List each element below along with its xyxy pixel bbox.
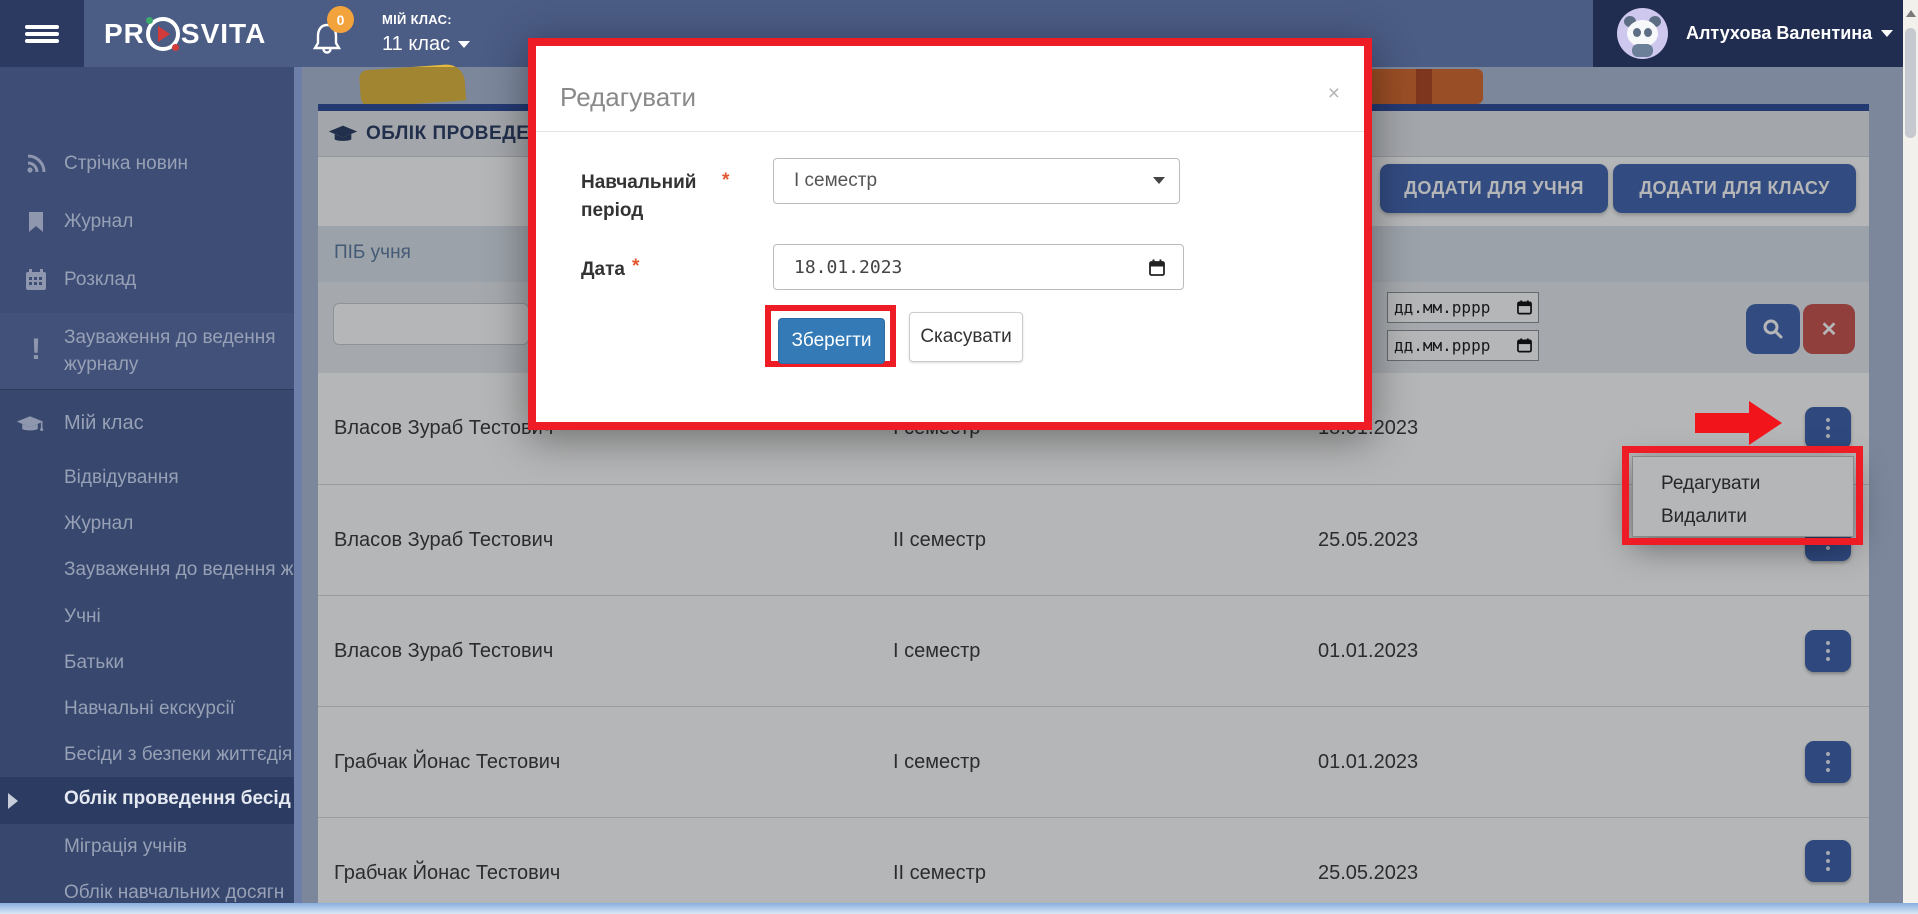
period-select[interactable]: І семестр bbox=[773, 158, 1180, 204]
chevron-down-icon bbox=[458, 41, 470, 48]
sidebar-item-safety-talks[interactable]: Бесіди з безпеки життєдія bbox=[0, 740, 294, 770]
sidebar-item-schedule[interactable]: Розклад bbox=[0, 265, 294, 295]
hamburger-menu-button[interactable] bbox=[0, 0, 84, 67]
rss-icon bbox=[22, 152, 50, 176]
sidebar-item-excursions[interactable]: Навчальні екскурсії bbox=[0, 694, 294, 724]
annotation-arrow bbox=[1695, 413, 1751, 433]
sidebar-item-news-feed[interactable]: Стрічка новин bbox=[0, 149, 294, 179]
chevron-down-icon bbox=[1881, 30, 1893, 37]
modal-header-divider bbox=[536, 131, 1364, 132]
vertical-scrollbar[interactable] bbox=[1903, 0, 1918, 903]
sidebar-item-journal-remarks[interactable]: ! Зауваження до ведення журналу bbox=[0, 317, 294, 385]
my-class-dropdown[interactable]: 11 клас bbox=[382, 33, 470, 56]
notification-badge[interactable]: 0 bbox=[327, 6, 354, 33]
sidebar-item-parents[interactable]: Батьки bbox=[0, 648, 294, 678]
close-icon[interactable]: × bbox=[1328, 82, 1340, 106]
edit-modal: Редагувати × Навчальний період * І семес… bbox=[528, 38, 1372, 430]
sidebar-item-class-journal[interactable]: Журнал bbox=[0, 509, 294, 539]
brand-logo[interactable]: PR SVITA bbox=[104, 0, 266, 67]
sidebar-item-attendance[interactable]: Відвідування bbox=[0, 463, 294, 493]
exclamation-icon: ! bbox=[22, 333, 50, 367]
sidebar-item-class-remarks[interactable]: Зауваження до ведення ж bbox=[0, 555, 294, 585]
sidebar-item-students[interactable]: Учні bbox=[0, 602, 294, 632]
sidebar-edge bbox=[294, 67, 302, 903]
brand-text-right: SVITA bbox=[181, 18, 266, 50]
hamburger-icon bbox=[25, 22, 59, 46]
my-class-label: МІЙ КЛАС: bbox=[382, 12, 452, 27]
modal-title: Редагувати bbox=[560, 82, 696, 113]
select-chevron-icon bbox=[1153, 177, 1165, 184]
date-input[interactable]: 18.01.2023 bbox=[773, 244, 1184, 290]
required-mark: * bbox=[722, 170, 729, 192]
scroll-up-arrow-icon[interactable] bbox=[1906, 10, 1916, 17]
annotation-menu-highlight bbox=[1622, 446, 1863, 545]
sidebar-item-achievements[interactable]: Облік навчальних досягн bbox=[0, 878, 294, 903]
graduation-cap-icon bbox=[16, 412, 44, 436]
required-mark: * bbox=[632, 256, 639, 278]
calendar-input-icon bbox=[1149, 259, 1165, 276]
sidebar-item-journal[interactable]: Журнал bbox=[0, 207, 294, 237]
brand-text-left: PR bbox=[104, 18, 145, 50]
sidebar-item-my-class[interactable]: Мій клас bbox=[0, 407, 294, 439]
calendar-icon bbox=[22, 268, 50, 292]
avatar[interactable] bbox=[1617, 8, 1668, 59]
save-button[interactable]: Зберегти bbox=[778, 318, 885, 364]
sidebar: Стрічка новин Журнал Розклад ! Зауваженн… bbox=[0, 67, 294, 903]
scrollbar-thumb[interactable] bbox=[1905, 28, 1916, 138]
save-button-highlight: Зберегти bbox=[765, 305, 896, 367]
app-root: PR SVITA 0 МІЙ КЛАС: 11 клас Алтухова Ва… bbox=[0, 0, 1918, 914]
bookmark-icon bbox=[22, 210, 50, 234]
brand-play-icon bbox=[146, 17, 180, 51]
cancel-button[interactable]: Скасувати bbox=[909, 312, 1023, 362]
sidebar-item-migration[interactable]: Міграція учнів bbox=[0, 832, 294, 862]
annotation-arrow-head bbox=[1749, 401, 1782, 445]
period-field-label: Навчальний період bbox=[581, 169, 739, 225]
user-name[interactable]: Алтухова Валентина bbox=[1686, 0, 1893, 67]
horizontal-scrollbar[interactable] bbox=[0, 903, 1918, 914]
caret-right-icon bbox=[8, 793, 18, 809]
sidebar-item-talks-accounting-active[interactable]: Облік проведення бесід bbox=[0, 777, 294, 824]
